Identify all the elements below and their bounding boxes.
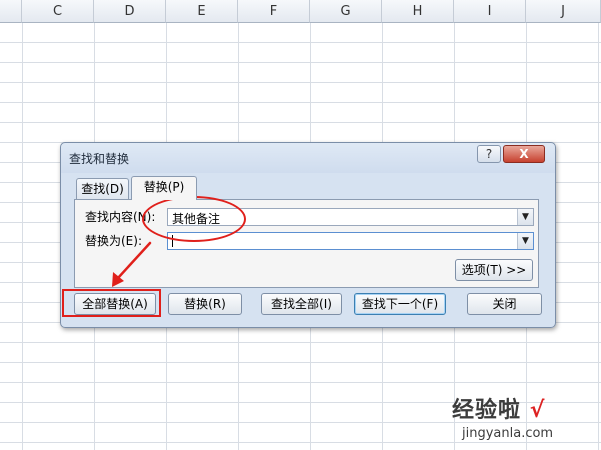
column-header-j[interactable]: J <box>526 0 601 23</box>
column-header-h[interactable]: H <box>382 0 454 23</box>
watermark-logo-text: 经验啦 <box>452 398 522 423</box>
column-header-e[interactable]: E <box>166 0 238 23</box>
help-button[interactable]: ? <box>477 145 501 163</box>
find-all-button[interactable]: 查找全部(I) <box>261 293 342 315</box>
options-button[interactable]: 选项(T) >> <box>455 259 533 281</box>
replace-button[interactable]: 替换(R) <box>168 293 242 315</box>
tab-replace[interactable]: 替换(P) <box>131 176 197 200</box>
annotation-ellipse <box>142 196 246 242</box>
close-button[interactable]: 关闭 <box>467 293 542 315</box>
annotation-highlight-box <box>62 289 161 317</box>
chevron-down-icon[interactable]: ▼ <box>517 209 533 225</box>
dialog-title: 查找和替换 <box>69 152 130 166</box>
watermark-url: jingyanla.com <box>462 426 554 441</box>
replace-with-label: 替换为(E): <box>85 234 142 248</box>
column-header-i[interactable]: I <box>454 0 526 23</box>
find-next-button[interactable]: 查找下一个(F) <box>354 293 446 315</box>
watermark-logo: 经验啦 √ <box>452 392 545 424</box>
close-icon[interactable]: X <box>503 145 545 163</box>
column-header-c[interactable]: C <box>22 0 94 23</box>
column-header-d[interactable]: D <box>94 0 166 23</box>
check-icon: √ <box>529 398 546 423</box>
corner-header[interactable] <box>0 0 22 23</box>
column-header-g[interactable]: G <box>310 0 382 23</box>
dialog-titlebar[interactable]: 查找和替换 ? X <box>61 143 555 171</box>
chevron-down-icon[interactable]: ▼ <box>517 233 533 249</box>
column-header-f[interactable]: F <box>238 0 310 23</box>
tab-find[interactable]: 查找(D) <box>76 178 129 199</box>
